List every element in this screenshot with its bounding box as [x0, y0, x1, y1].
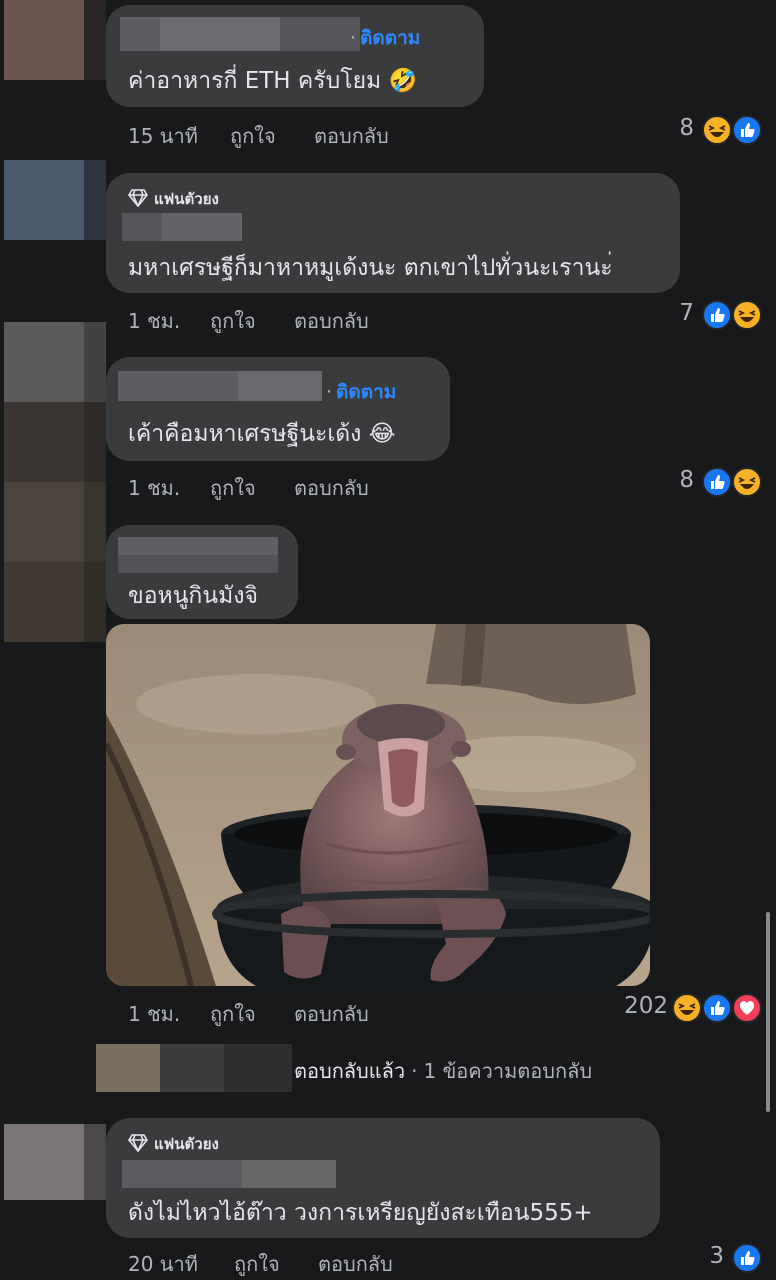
like-button[interactable]: ถูกใจ [210, 305, 256, 337]
scrollbar[interactable] [766, 912, 770, 1112]
like-icon [702, 467, 732, 497]
reaction-count[interactable]: 8 [660, 467, 694, 493]
like-icon [702, 993, 732, 1023]
haha-icon [672, 993, 702, 1023]
like-button[interactable]: ถูกใจ [234, 1248, 280, 1280]
love-icon [732, 993, 762, 1023]
view-replies-link[interactable]: 1 ข้อความตอบกลับ [424, 1059, 593, 1083]
follow-button[interactable]: ติดตาม [336, 381, 396, 403]
comment-text: เค้าคือมหาเศรษฐีนะเด้ง 😂 [128, 421, 396, 447]
reaction-count[interactable]: 3 [690, 1243, 724, 1269]
reply-button[interactable]: ตอบกลับ [318, 1248, 393, 1280]
top-fan-badge: แฟนตัวยง [154, 190, 219, 208]
reply-button[interactable]: ตอบกลับ [294, 472, 369, 504]
avatar[interactable] [4, 1124, 106, 1204]
comment-text: ค่าอาหารกี่ ETH ครับโยม 🤣 [128, 68, 418, 94]
commenter-name-blurred[interactable] [122, 213, 242, 241]
like-button[interactable]: ถูกใจ [210, 998, 256, 1030]
diamond-icon [128, 1134, 148, 1153]
like-button[interactable]: ถูกใจ [230, 120, 276, 152]
reaction-count[interactable]: 8 [660, 115, 694, 141]
comment-time[interactable]: 20 นาที [128, 1248, 198, 1280]
comment-time[interactable]: 15 นาที [128, 120, 198, 152]
comment-time[interactable]: 1 ชม. [128, 472, 180, 504]
follow-button[interactable]: ติดตาม [360, 27, 420, 49]
reply-avatar-blurred[interactable] [96, 1044, 292, 1092]
reply-button[interactable]: ตอบกลับ [314, 120, 389, 152]
haha-icon [702, 115, 732, 145]
reply-button[interactable]: ตอบกลับ [294, 305, 369, 337]
haha-icon [732, 467, 762, 497]
like-icon [702, 300, 732, 330]
comment-text: มหาเศรษฐีก็มาหาหมูเด้งนะ ตกเขาไปทั่วนะเร… [128, 255, 613, 281]
comment-text: ดังไม่ไหวไอ้ต๊าว วงการเหรียญยังสะเทือน55… [128, 1200, 593, 1226]
avatar[interactable] [4, 160, 106, 240]
like-icon [732, 115, 762, 145]
reaction-count[interactable]: 7 [660, 300, 694, 326]
commenter-name-blurred[interactable] [120, 17, 360, 51]
reaction-count[interactable]: 202 [610, 993, 668, 1019]
replied-label[interactable]: ตอบกลับแล้ว [294, 1059, 405, 1083]
top-fan-badge: แฟนตัวยง [154, 1135, 219, 1153]
diamond-icon [128, 189, 148, 208]
comment-text: ขอหนูกินมังจิ [128, 583, 258, 609]
avatar[interactable] [4, 322, 106, 642]
haha-icon [732, 300, 762, 330]
commenter-name-blurred[interactable] [118, 537, 278, 573]
avatar[interactable] [4, 0, 106, 80]
like-button[interactable]: ถูกใจ [210, 472, 256, 504]
like-icon [732, 1243, 762, 1273]
commenter-name-blurred[interactable] [118, 371, 322, 401]
commenter-name-blurred[interactable] [122, 1160, 336, 1188]
comment-time[interactable]: 1 ชม. [128, 998, 180, 1030]
comment-time[interactable]: 1 ชม. [128, 305, 180, 337]
reply-button[interactable]: ตอบกลับ [294, 998, 369, 1030]
baby-hippo-photo[interactable] [106, 624, 650, 986]
